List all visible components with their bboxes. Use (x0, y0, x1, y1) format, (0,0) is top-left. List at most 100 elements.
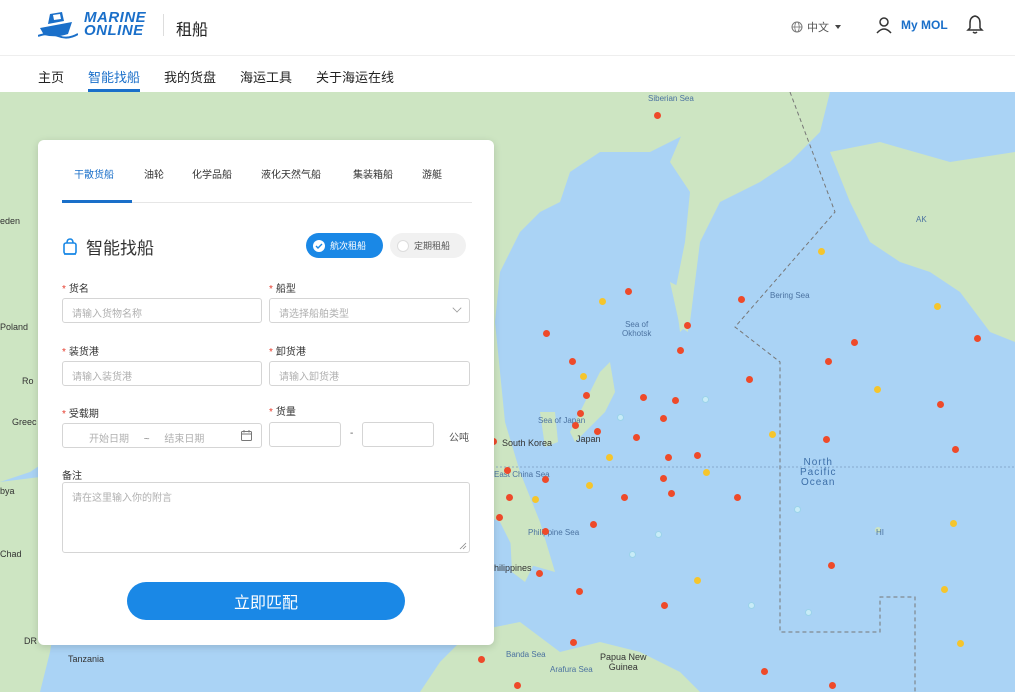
ship-marker[interactable] (828, 562, 835, 569)
match-now-button[interactable]: 立即匹配 (127, 582, 405, 620)
ship-marker[interactable] (677, 347, 684, 354)
ship-marker[interactable] (748, 602, 755, 609)
ship-marker[interactable] (823, 436, 830, 443)
ship-marker[interactable] (496, 514, 503, 521)
ship-marker[interactable] (586, 482, 593, 489)
ship-marker[interactable] (572, 422, 579, 429)
ship-type-placeholder: 请选择船舶类型 (279, 309, 349, 320)
ship-marker[interactable] (629, 551, 636, 558)
ship-marker[interactable] (576, 588, 583, 595)
tab-tanker[interactable]: 油轮 (144, 166, 164, 181)
ship-marker[interactable] (738, 296, 745, 303)
nav-item-shipping-tools[interactable]: 海运工具 (240, 67, 292, 86)
resize-handle-icon[interactable] (459, 542, 467, 550)
voyage-charter-toggle[interactable]: 航次租船 (306, 233, 383, 258)
tab-container[interactable]: 集装箱船 (353, 166, 393, 181)
ship-marker[interactable] (633, 434, 640, 441)
ship-marker[interactable] (640, 394, 647, 401)
ship-marker[interactable] (952, 446, 959, 453)
ship-marker[interactable] (590, 521, 597, 528)
ship-marker[interactable] (506, 494, 513, 501)
quantity-min-input[interactable] (269, 422, 341, 447)
ship-marker[interactable] (625, 288, 632, 295)
ship-marker[interactable] (577, 410, 584, 417)
ship-marker[interactable] (661, 602, 668, 609)
ship-marker[interactable] (583, 392, 590, 399)
ship-marker[interactable] (825, 358, 832, 365)
nav-item-about[interactable]: 关于海运在线 (316, 67, 394, 86)
ship-type-select[interactable]: 请选择船舶类型 (269, 298, 470, 323)
language-selector[interactable]: 中文 (791, 19, 841, 35)
ship-marker[interactable] (769, 431, 776, 438)
ship-marker[interactable] (937, 401, 944, 408)
language-label: 中文 (807, 22, 829, 34)
ship-marker[interactable] (665, 454, 672, 461)
ship-marker[interactable] (829, 682, 836, 689)
ship-marker[interactable] (694, 452, 701, 459)
time-charter-toggle[interactable]: 定期租船 (390, 233, 466, 258)
marine-online-logo[interactable]: MARINE ONLINE (37, 8, 150, 40)
nav-item-smart-ship-search[interactable]: 智能找船 (88, 67, 140, 86)
ship-marker[interactable] (660, 415, 667, 422)
my-mol-link[interactable]: My MOL (875, 16, 948, 34)
label-philippines: Philippines (488, 563, 532, 573)
ship-marker[interactable] (617, 414, 624, 421)
ship-marker[interactable] (672, 397, 679, 404)
laycan-date-range[interactable]: 开始日期 ~ 结束日期 (62, 423, 262, 448)
ship-marker[interactable] (504, 467, 511, 474)
ship-marker[interactable] (794, 506, 801, 513)
ship-marker[interactable] (660, 475, 667, 482)
ship-marker[interactable] (532, 496, 539, 503)
discharge-port-input[interactable]: 请输入卸货港 (269, 361, 470, 386)
ship-marker[interactable] (941, 586, 948, 593)
load-port-input[interactable]: 请输入装货港 (62, 361, 262, 386)
panel-title-row: 智能找船 (62, 234, 154, 259)
ship-marker[interactable] (734, 494, 741, 501)
ship-marker[interactable] (851, 339, 858, 346)
ship-marker[interactable] (654, 112, 661, 119)
ship-marker[interactable] (703, 469, 710, 476)
nav-item-my-cargo[interactable]: 我的货盘 (164, 67, 216, 86)
cargo-name-input[interactable]: 请输入货物名称 (62, 298, 262, 323)
ship-marker[interactable] (957, 640, 964, 647)
ship-marker[interactable] (874, 386, 881, 393)
ship-marker[interactable] (694, 577, 701, 584)
ship-marker[interactable] (934, 303, 941, 310)
remarks-textarea[interactable]: 请在这里输入你的附言 (62, 482, 470, 553)
ship-marker[interactable] (542, 476, 549, 483)
ship-marker[interactable] (655, 531, 662, 538)
tab-lng[interactable]: 液化天然气船 (261, 166, 321, 181)
ship-marker[interactable] (606, 454, 613, 461)
nav-item-home[interactable]: 主页 (38, 67, 64, 86)
top-header: MARINE ONLINE 租船 中文 My MOL (0, 0, 1015, 56)
tab-chemical[interactable]: 化学品船 (192, 166, 232, 181)
notification-bell-icon[interactable] (966, 14, 984, 34)
ship-marker[interactable] (543, 330, 550, 337)
ship-marker[interactable] (818, 248, 825, 255)
ship-marker[interactable] (684, 322, 691, 329)
ship-marker[interactable] (761, 668, 768, 675)
label-papua-line1: Papua New (600, 652, 647, 662)
tab-dry-bulk[interactable]: 干散货船 (74, 166, 114, 181)
ship-marker[interactable] (599, 298, 606, 305)
ship-marker[interactable] (621, 494, 628, 501)
ship-marker[interactable] (805, 609, 812, 616)
ship-marker[interactable] (702, 396, 709, 403)
ship-type-tabs: 干散货船 油轮 化学品船 液化天然气船 集装箱船 游艇 (62, 140, 472, 203)
ship-marker[interactable] (668, 490, 675, 497)
tab-yacht[interactable]: 游艇 (422, 166, 442, 181)
ship-marker[interactable] (594, 428, 601, 435)
ship-marker[interactable] (950, 520, 957, 527)
ship-marker[interactable] (974, 335, 981, 342)
cargo-name-label-text: 货名 (68, 284, 89, 295)
ship-type-label-text: 船型 (275, 284, 296, 295)
ship-marker[interactable] (570, 639, 577, 646)
ship-marker[interactable] (478, 656, 485, 663)
ship-marker[interactable] (746, 376, 753, 383)
ship-marker[interactable] (514, 682, 521, 689)
ship-marker[interactable] (569, 358, 576, 365)
quantity-max-input[interactable] (362, 422, 434, 447)
ship-marker[interactable] (580, 373, 587, 380)
ship-marker[interactable] (536, 570, 543, 577)
ship-marker[interactable] (542, 528, 549, 535)
